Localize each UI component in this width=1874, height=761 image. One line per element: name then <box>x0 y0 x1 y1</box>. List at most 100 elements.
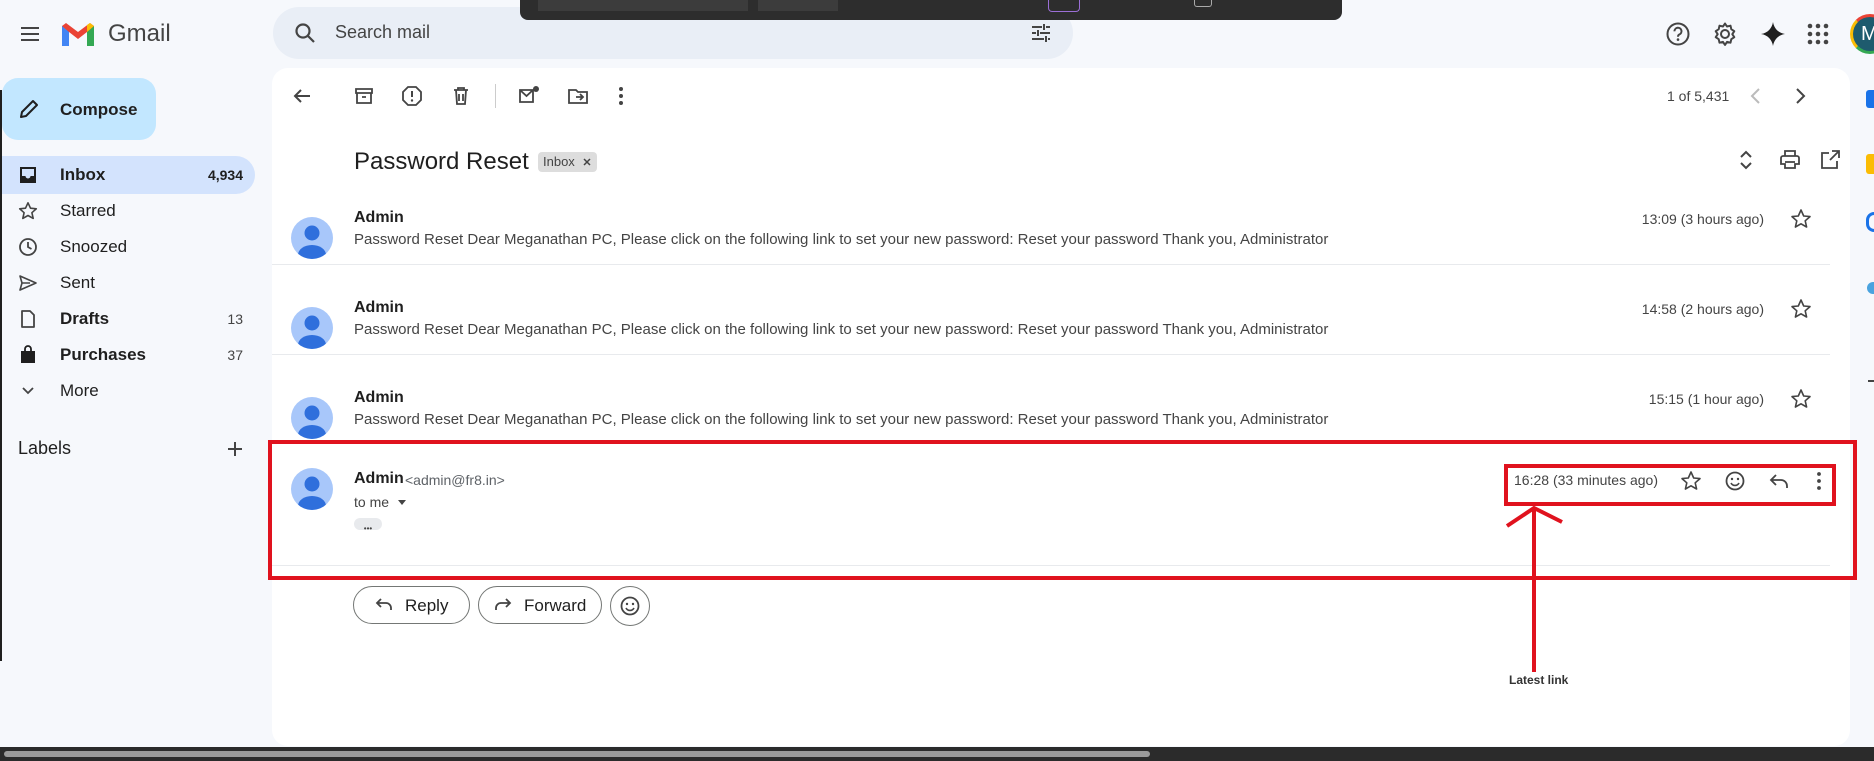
person-icon <box>298 405 326 439</box>
sidebar-item-label: Snoozed <box>60 237 128 256</box>
delete-icon[interactable] <box>449 84 473 108</box>
search-icon[interactable] <box>293 21 317 45</box>
search-options-icon[interactable] <box>1029 21 1053 45</box>
avatar <box>291 217 333 259</box>
inbox-label-chip[interactable]: Inbox <box>538 152 597 172</box>
forward-label: Forward <box>524 596 587 615</box>
avatar <box>291 397 333 439</box>
move-to-icon[interactable] <box>566 84 590 108</box>
support-button[interactable] <box>1664 20 1692 48</box>
gmail-logo-icon <box>62 23 94 46</box>
annotation-label: Latest link <box>1509 673 1569 687</box>
sparkle-icon <box>1761 22 1785 46</box>
overlay-toolbar-box <box>1048 0 1080 12</box>
sidebar-item-sent[interactable]: Sent <box>0 264 255 302</box>
contacts-app-icon[interactable] <box>1867 282 1874 294</box>
sender-name: Admin <box>354 299 404 316</box>
keep-app-icon[interactable] <box>1866 154 1874 174</box>
message-snippet: Password Reset Dear Meganathan PC, Pleas… <box>354 231 1329 248</box>
sidebar-item-label: Sent <box>60 273 95 292</box>
sidebar-item-snoozed[interactable]: Snoozed <box>0 228 255 266</box>
reply-icon <box>375 598 392 610</box>
reply-button[interactable]: Reply <box>353 586 470 624</box>
app-name: Gmail <box>108 20 171 47</box>
gear-icon <box>1714 22 1736 46</box>
clock-icon <box>19 238 37 256</box>
message-snippet: Password Reset Dear Meganathan PC, Pleas… <box>354 411 1329 428</box>
expand-all-icon[interactable] <box>1734 148 1758 172</box>
star-icon[interactable] <box>1790 298 1812 320</box>
message-divider <box>272 354 1830 355</box>
star-icon[interactable] <box>1790 208 1812 230</box>
emoji-reaction-button[interactable] <box>610 586 650 626</box>
sidebar-item-label: More <box>60 381 99 400</box>
forward-button[interactable]: Forward <box>478 586 602 624</box>
print-icon[interactable] <box>1778 148 1802 172</box>
draft-icon <box>21 310 35 328</box>
person-icon <box>298 315 326 349</box>
account-avatar[interactable]: M <box>1850 14 1874 54</box>
sidebar-item-label: Inbox <box>60 165 106 184</box>
message-time: 13:09 (3 hours ago) <box>1641 211 1764 227</box>
overlay-toolbar <box>520 0 1342 20</box>
annotation-arrow <box>1505 505 1563 672</box>
back-arrow-icon[interactable] <box>290 84 314 108</box>
bag-icon <box>21 345 35 363</box>
close-icon[interactable] <box>582 157 592 167</box>
label-chip-text: Inbox <box>543 154 575 169</box>
overlay-toolbar-box <box>1194 0 1212 7</box>
sidebar-item-label: Purchases <box>60 345 146 364</box>
emoji-icon <box>620 596 640 616</box>
sidebar-item-more[interactable]: More <box>0 372 255 410</box>
pencil-icon <box>20 100 38 118</box>
send-icon <box>19 275 37 291</box>
sidebar-item-purchases[interactable]: Purchases 37 <box>0 336 255 374</box>
message-panel: 1 of 5,431 Password Reset Inbox Admin Pa… <box>272 68 1850 746</box>
mark-unread-icon[interactable] <box>517 84 541 108</box>
plus-icon <box>228 442 242 456</box>
archive-icon[interactable] <box>352 84 376 108</box>
avatar <box>291 307 333 349</box>
tasks-app-icon[interactable] <box>1866 212 1874 232</box>
horizontal-scrollbar-track[interactable] <box>0 747 1874 761</box>
side-panel <box>1858 60 1874 750</box>
chevron-down-icon <box>22 387 34 395</box>
sidebar-item-count: 4,934 <box>207 167 243 183</box>
annotation-box-message <box>268 440 1857 580</box>
report-spam-icon[interactable] <box>400 84 424 108</box>
star-icon[interactable] <box>1790 388 1812 410</box>
forward-icon <box>495 598 512 610</box>
apps-grid-icon <box>1807 23 1829 45</box>
calendar-app-icon[interactable] <box>1866 90 1874 108</box>
search-input[interactable]: Search mail <box>335 22 430 43</box>
reply-label: Reply <box>405 596 449 615</box>
sidebar-item-label: Drafts <box>60 309 110 328</box>
open-new-window-icon[interactable] <box>1818 148 1842 172</box>
pagination-text: 1 of 5,431 <box>1667 88 1730 104</box>
gemini-button[interactable] <box>1759 20 1787 48</box>
newer-chevron-icon[interactable] <box>1744 84 1768 108</box>
gmail-logo[interactable]: Gmail <box>60 18 180 50</box>
sidebar-item-starred[interactable]: Starred <box>0 192 255 230</box>
apps-button[interactable] <box>1806 22 1830 46</box>
left-edge-line <box>0 90 2 661</box>
add-app-icon[interactable] <box>1868 380 1874 382</box>
more-vert-icon[interactable] <box>609 84 633 108</box>
create-label-button[interactable] <box>224 438 246 460</box>
message-divider <box>272 264 1830 265</box>
sidebar-item-inbox[interactable]: Inbox 4,934 <box>0 156 255 194</box>
message-time: 15:15 (1 hour ago) <box>1648 391 1764 407</box>
older-chevron-icon[interactable] <box>1788 84 1812 108</box>
compose-button[interactable]: Compose <box>2 78 156 140</box>
message-snippet: Password Reset Dear Meganathan PC, Pleas… <box>354 321 1329 338</box>
star-icon <box>18 202 38 220</box>
overlay-toolbar-field <box>758 0 838 11</box>
sidebar-item-count: 13 <box>227 311 243 327</box>
sidebar-item-drafts[interactable]: Drafts 13 <box>0 300 255 338</box>
inbox-icon <box>20 167 36 183</box>
horizontal-scrollbar-thumb[interactable] <box>4 751 1150 757</box>
main-menu-button[interactable] <box>18 22 42 46</box>
toolbar-divider <box>495 84 496 108</box>
help-icon <box>1666 22 1690 46</box>
settings-button[interactable] <box>1711 20 1739 48</box>
